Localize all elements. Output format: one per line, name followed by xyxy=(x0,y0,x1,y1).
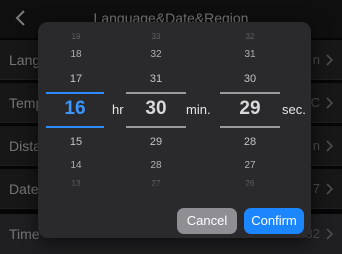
wheel-value[interactable]: 27 xyxy=(220,160,280,171)
cancel-button[interactable]: Cancel xyxy=(177,208,237,234)
selected-minute-value: 30 xyxy=(145,98,167,119)
wheel-value[interactable]: 31 xyxy=(126,73,186,85)
hour-selected[interactable]: 16 xyxy=(46,92,104,128)
wheel-value[interactable]: 13 xyxy=(46,179,106,188)
hour-unit-label: hr xyxy=(112,102,124,117)
second-selected[interactable]: 29 xyxy=(220,92,280,128)
confirm-button[interactable]: Confirm xyxy=(244,208,304,234)
wheel-value[interactable]: 28 xyxy=(126,160,186,171)
wheel-value[interactable]: 26 xyxy=(220,179,280,188)
time-picker-dialog: 19 18 17 16 15 14 13 hr 33 32 31 30 29 2… xyxy=(38,22,311,238)
wheel-value[interactable]: 32 xyxy=(126,49,186,60)
wheel-value[interactable]: 27 xyxy=(126,179,186,188)
wheel-value[interactable]: 18 xyxy=(46,49,106,60)
wheel-value[interactable]: 14 xyxy=(46,160,106,171)
selected-second-value: 29 xyxy=(239,98,261,119)
selected-hour-value: 16 xyxy=(64,98,86,119)
wheel-value[interactable]: 32 xyxy=(220,32,280,41)
minute-wheel[interactable]: 33 32 31 30 29 28 27 xyxy=(126,28,186,196)
wheel-value[interactable]: 29 xyxy=(126,136,186,148)
second-unit-label: sec. xyxy=(282,102,306,117)
wheel-value[interactable]: 28 xyxy=(220,136,280,148)
wheel-value[interactable]: 31 xyxy=(220,49,280,60)
wheel-value[interactable]: 15 xyxy=(46,136,106,148)
wheel-value[interactable]: 33 xyxy=(126,32,186,41)
wheel-value[interactable]: 17 xyxy=(46,73,106,85)
minute-unit-label: min. xyxy=(186,102,211,117)
wheel-value[interactable]: 30 xyxy=(220,73,280,85)
wheel-value[interactable]: 19 xyxy=(46,32,106,41)
minute-selected[interactable]: 30 xyxy=(126,92,186,128)
hour-wheel[interactable]: 19 18 17 16 15 14 13 xyxy=(46,28,106,196)
second-wheel[interactable]: 32 31 30 29 28 27 26 xyxy=(220,28,280,196)
